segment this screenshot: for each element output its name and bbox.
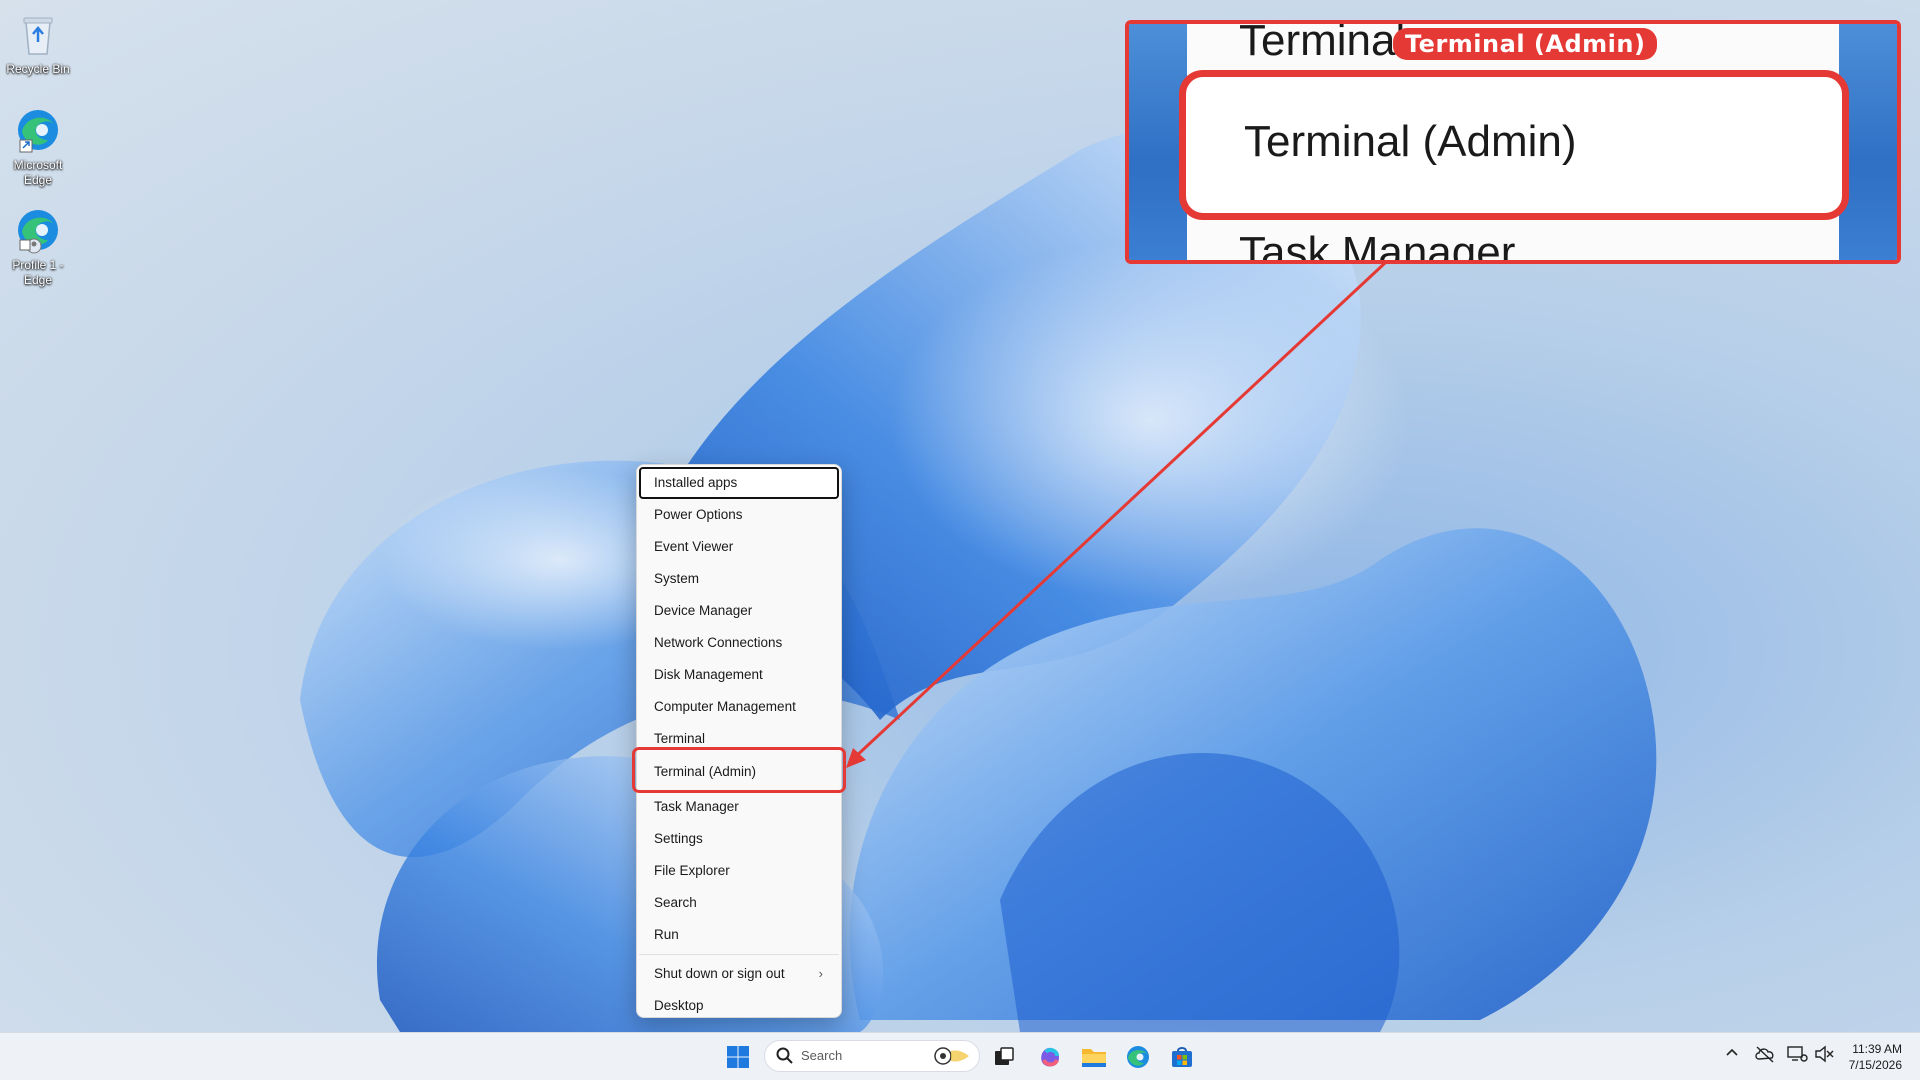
- file-explorer-button[interactable]: [1078, 1041, 1110, 1073]
- menu-item-label: Desktop: [654, 998, 704, 1013]
- menu-item-power-options[interactable]: Power Options: [639, 499, 839, 531]
- menu-item-search[interactable]: Search: [639, 887, 839, 919]
- menu-item-device-manager[interactable]: Device Manager: [639, 595, 839, 627]
- m365-copilot-button[interactable]: [1034, 1041, 1066, 1073]
- callout-tag: Terminal (Admin): [1393, 28, 1658, 60]
- menu-item-settings[interactable]: Settings: [639, 823, 839, 855]
- network-monitor-icon[interactable]: [1786, 1045, 1808, 1063]
- taskbar-search-box[interactable]: Search: [764, 1040, 980, 1072]
- store-icon: [1172, 1047, 1192, 1067]
- menu-item-disk-management[interactable]: Disk Management: [639, 659, 839, 691]
- desktop-icon-profile-edge[interactable]: Profile 1 - Edge: [4, 204, 72, 288]
- menu-item-computer-management[interactable]: Computer Management: [639, 691, 839, 723]
- clock[interactable]: 11:39 AM 7/15/2026: [1849, 1041, 1902, 1073]
- onedrive-offline-icon[interactable]: [1754, 1045, 1776, 1063]
- menu-item-event-viewer[interactable]: Event Viewer: [639, 531, 839, 563]
- desktop: Recycle Bin Microsoft Edge Profile 1 - E…: [0, 0, 1920, 1080]
- menu-item-label: Terminal: [654, 731, 706, 746]
- winx-context-menu: Installed apps Power Options Event Viewe…: [636, 464, 842, 1018]
- clock-time: 11:39 AM: [1852, 1042, 1902, 1056]
- desktop-icon-label: Recycle Bin: [6, 62, 70, 76]
- desktop-icon-microsoft-edge[interactable]: Microsoft Edge: [4, 104, 72, 188]
- menu-item-run[interactable]: Run: [639, 919, 839, 951]
- store-button[interactable]: [1166, 1041, 1198, 1073]
- windows-logo-icon: [727, 1046, 749, 1068]
- zoom-text-task-manager: Task Manager: [1239, 228, 1516, 264]
- menu-item-desktop[interactable]: Desktop: [639, 990, 839, 1022]
- desktop-icon-label: Profile 1 - Edge: [12, 258, 64, 287]
- recycle-bin-icon: [12, 8, 64, 60]
- desktop-icon-label: Microsoft Edge: [13, 158, 63, 187]
- task-view-button[interactable]: [988, 1041, 1020, 1073]
- menu-item-label: Event Viewer: [654, 539, 734, 554]
- menu-item-task-manager[interactable]: Task Manager: [639, 791, 839, 823]
- edge-icon: [1127, 1046, 1149, 1068]
- m365-copilot-icon: [1041, 1047, 1060, 1067]
- menu-item-label: Disk Management: [654, 667, 763, 682]
- task-view-icon: [995, 1047, 1014, 1065]
- zoom-text-terminal: Terminal: [1239, 20, 1406, 65]
- menu-item-label: Search: [654, 895, 697, 910]
- edge-icon: [12, 104, 64, 156]
- folder-icon: [1082, 1049, 1106, 1067]
- edge-taskbar-button[interactable]: [1122, 1041, 1154, 1073]
- menu-item-label: Installed apps: [654, 475, 738, 490]
- clock-date: 7/15/2026: [1848, 1058, 1902, 1072]
- menu-item-label: Device Manager: [654, 603, 753, 618]
- menu-item-label: File Explorer: [654, 863, 730, 878]
- desktop-icon-recycle-bin[interactable]: Recycle Bin: [4, 8, 72, 77]
- search-highlight-icon: [934, 1047, 969, 1065]
- menu-item-label: Network Connections: [654, 635, 783, 650]
- menu-item-system[interactable]: System: [639, 563, 839, 595]
- menu-separator: [639, 954, 839, 955]
- taskbar: Search 11:39 AM 7/15/2026: [0, 1032, 1920, 1080]
- menu-item-installed-apps[interactable]: Installed apps: [639, 467, 839, 499]
- menu-item-label: System: [654, 571, 700, 586]
- start-button[interactable]: [722, 1041, 754, 1073]
- menu-item-network-connections[interactable]: Network Connections: [639, 627, 839, 659]
- search-icon: [776, 1047, 793, 1064]
- volume-muted-icon[interactable]: [1814, 1045, 1834, 1063]
- menu-item-label: Power Options: [654, 507, 743, 522]
- menu-item-label: Shut down or sign out: [654, 966, 785, 981]
- search-placeholder: Search: [801, 1048, 843, 1063]
- chevron-right-icon: ›: [818, 966, 823, 981]
- menu-item-label: Run: [654, 927, 679, 942]
- zoom-text-terminal-admin: Terminal (Admin): [1244, 117, 1577, 166]
- edge-profile-icon: [12, 204, 64, 256]
- menu-item-label: Computer Management: [654, 699, 796, 714]
- highlight-box: [632, 747, 846, 793]
- chevron-up-icon[interactable]: [1724, 1045, 1740, 1061]
- menu-item-label: Task Manager: [654, 799, 739, 814]
- menu-item-label: Settings: [654, 831, 703, 846]
- menu-item-file-explorer[interactable]: File Explorer: [639, 855, 839, 887]
- zoom-highlight: Terminal (Admin): [1179, 70, 1849, 220]
- menu-item-shut-down[interactable]: Shut down or sign out ›: [639, 958, 839, 990]
